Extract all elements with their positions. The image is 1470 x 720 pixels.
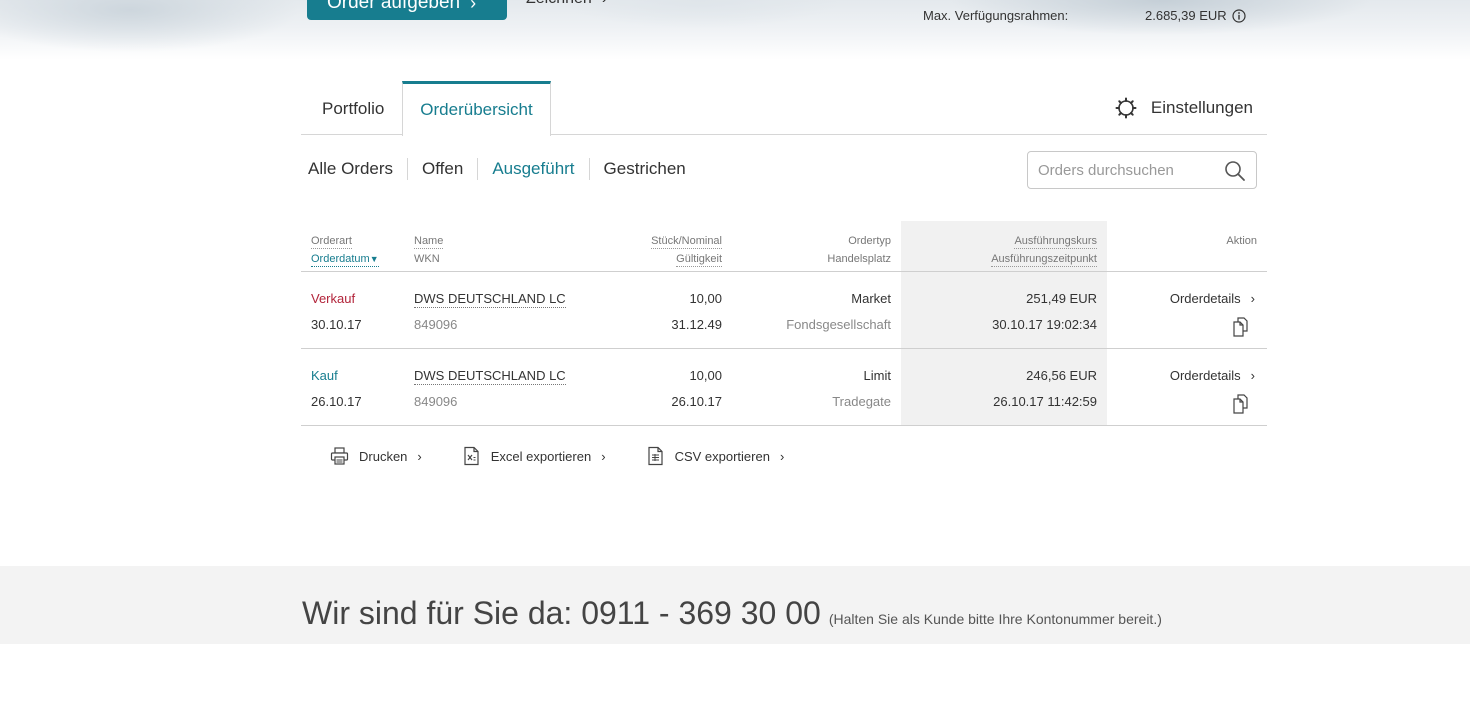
security-name-link[interactable]: DWS DEUTSCHLAND LC bbox=[414, 368, 566, 385]
chevron-right-icon: › bbox=[779, 448, 785, 464]
csv-icon bbox=[647, 446, 663, 466]
chevron-right-icon: › bbox=[417, 448, 422, 464]
limit-label: Max. Verfügungsrahmen: bbox=[923, 8, 1069, 23]
contact-text: Wir sind für Sie da: 0911 - 369 30 00 (H… bbox=[302, 595, 1162, 632]
print-link[interactable]: Drucken › bbox=[330, 446, 422, 466]
gear-icon bbox=[1115, 97, 1137, 119]
header-orderart: Orderart Orderdatum▼ bbox=[311, 232, 379, 268]
chevron-right-icon: › bbox=[602, 0, 607, 8]
print-label: Drucken bbox=[359, 448, 408, 464]
excel-icon bbox=[464, 446, 479, 466]
header-aktion-label: Aktion bbox=[1226, 235, 1257, 247]
orderdetails-label: Orderdetails bbox=[1169, 368, 1241, 383]
handelsplatz-cell: Tradegate bbox=[832, 394, 891, 409]
contact-phone: Wir sind für Sie da: 0911 - 369 30 00 bbox=[302, 595, 821, 631]
tab-portfolio[interactable]: Portfolio bbox=[322, 81, 384, 135]
orders-table: Orderart Orderdatum▼ Name WKN Stück/Nomi… bbox=[301, 221, 1267, 426]
csv-label: CSV exportieren bbox=[674, 448, 770, 464]
tab-orderuebersicht[interactable]: Orderübersicht bbox=[402, 81, 551, 136]
header-stueck-label[interactable]: Stück/Nominal bbox=[651, 234, 722, 249]
header-zeitpunkt-label[interactable]: Ausführungszeitpunkt bbox=[991, 252, 1097, 267]
chevron-right-icon: › bbox=[601, 448, 606, 464]
order-filter-bar: Alle Orders Offen Ausgeführt Gestrichen bbox=[308, 157, 700, 181]
filter-offen[interactable]: Offen bbox=[407, 158, 477, 180]
search-input[interactable] bbox=[1028, 152, 1208, 188]
search-box bbox=[1027, 151, 1257, 189]
gueltigkeit-cell: 26.10.17 bbox=[671, 394, 722, 409]
orderart-cell: Kauf bbox=[311, 368, 338, 383]
stueck-cell: 10,00 bbox=[689, 291, 722, 306]
handelsplatz-cell: Fondsgesellschaft bbox=[786, 317, 891, 332]
orderdetails-link[interactable]: Orderdetails › bbox=[1170, 291, 1255, 307]
table-header: Orderart Orderdatum▼ Name WKN Stück/Nomi… bbox=[301, 221, 1267, 272]
chevron-right-icon: › bbox=[1250, 291, 1255, 306]
header-kurs: Ausführungskurs Ausführungszeitpunkt bbox=[991, 232, 1097, 268]
main-tabs: Portfolio Orderübersicht Einstellungen bbox=[301, 81, 1267, 136]
header-orderart-label[interactable]: Orderart bbox=[311, 234, 352, 249]
contact-footer: Wir sind für Sie da: 0911 - 369 30 00 (H… bbox=[0, 566, 1470, 644]
zeichnen-label: Zeichnen bbox=[526, 0, 592, 8]
orderart-cell: Verkauf bbox=[311, 291, 356, 306]
zeichnen-link[interactable]: Zeichnen › bbox=[526, 0, 607, 8]
zeitpunkt-cell: 30.10.17 19:02:34 bbox=[992, 317, 1097, 332]
wkn-cell: 849096 bbox=[414, 394, 458, 409]
filter-alle-orders[interactable]: Alle Orders bbox=[308, 158, 407, 180]
order-button-label: Order aufgeben bbox=[327, 0, 461, 13]
order-aufgeben-button[interactable]: Order aufgeben › bbox=[307, 0, 507, 20]
printer-icon bbox=[330, 447, 349, 465]
header-handelsplatz-label: Handelsplatz bbox=[827, 253, 891, 265]
orderdetails-link[interactable]: Orderdetails › bbox=[1170, 368, 1255, 384]
chevron-right-icon: › bbox=[470, 0, 477, 13]
zeitpunkt-cell: 26.10.17 11:42:59 bbox=[993, 394, 1097, 409]
settings-label: Einstellungen bbox=[1150, 98, 1253, 117]
contact-note: (Halten Sie als Kunde bitte Ihre Kontonu… bbox=[828, 611, 1162, 627]
orderdatum-cell: 30.10.17 bbox=[311, 317, 362, 332]
orderdatum-cell: 26.10.17 bbox=[311, 394, 362, 409]
filter-ausgefuehrt[interactable]: Ausgeführt bbox=[477, 158, 588, 180]
header-ordertyp: Ordertyp Handelsplatz bbox=[827, 232, 891, 268]
sort-desc-icon: ▼ bbox=[369, 254, 379, 264]
excel-export-link[interactable]: Excel exportieren › bbox=[462, 446, 606, 466]
csv-export-link[interactable]: CSV exportieren › bbox=[646, 446, 785, 466]
orderdetails-label: Orderdetails bbox=[1169, 291, 1241, 306]
ordertyp-cell: Market bbox=[851, 291, 891, 306]
filter-gestrichen[interactable]: Gestrichen bbox=[588, 158, 700, 180]
header-aktion: Aktion bbox=[1226, 232, 1257, 250]
header-orderdatum-text: Orderdatum bbox=[311, 253, 370, 265]
hero-banner: Order aufgeben › Zeichnen › Max. Verfügu… bbox=[0, 0, 1470, 60]
export-bar: Drucken › Excel exportieren › CSV export… bbox=[330, 446, 784, 466]
settings-link[interactable]: Einstellungen bbox=[1115, 81, 1253, 135]
excel-label: Excel exportieren bbox=[490, 448, 592, 464]
gueltigkeit-cell: 31.12.49 bbox=[671, 317, 722, 332]
header-orderdatum-label[interactable]: Orderdatum▼ bbox=[311, 252, 379, 267]
header-kurs-label[interactable]: Ausführungskurs bbox=[1014, 234, 1097, 249]
kurs-cell: 246,56 EUR bbox=[1026, 368, 1097, 383]
header-name-label[interactable]: Name bbox=[414, 234, 444, 249]
copy-icon[interactable] bbox=[1231, 316, 1253, 338]
chevron-right-icon: › bbox=[1250, 368, 1255, 383]
security-name-link[interactable]: DWS DEUTSCHLAND LC bbox=[414, 291, 566, 308]
header-wkn-label: WKN bbox=[414, 253, 440, 265]
copy-icon[interactable] bbox=[1231, 393, 1253, 415]
table-row: Verkauf 30.10.17 DWS DEUTSCHLAND LC 8490… bbox=[301, 272, 1267, 349]
ordertyp-cell: Limit bbox=[863, 368, 891, 383]
limit-value-group: 2.685,39 EUR bbox=[1145, 8, 1246, 23]
header-gueltigkeit-label[interactable]: Gültigkeit bbox=[676, 252, 722, 267]
wkn-cell: 849096 bbox=[414, 317, 458, 332]
table-row: Kauf 26.10.17 DWS DEUTSCHLAND LC 849096 … bbox=[301, 349, 1267, 426]
search-icon[interactable] bbox=[1223, 159, 1247, 183]
header-name: Name WKN bbox=[414, 232, 444, 268]
header-stueck: Stück/Nominal Gültigkeit bbox=[651, 232, 722, 268]
kurs-cell: 251,49 EUR bbox=[1026, 291, 1097, 306]
stueck-cell: 10,00 bbox=[689, 368, 722, 383]
header-ordertyp-label: Ordertyp bbox=[848, 235, 891, 247]
info-icon[interactable] bbox=[1232, 8, 1246, 23]
limit-value: 2.685,39 EUR bbox=[1145, 8, 1227, 23]
